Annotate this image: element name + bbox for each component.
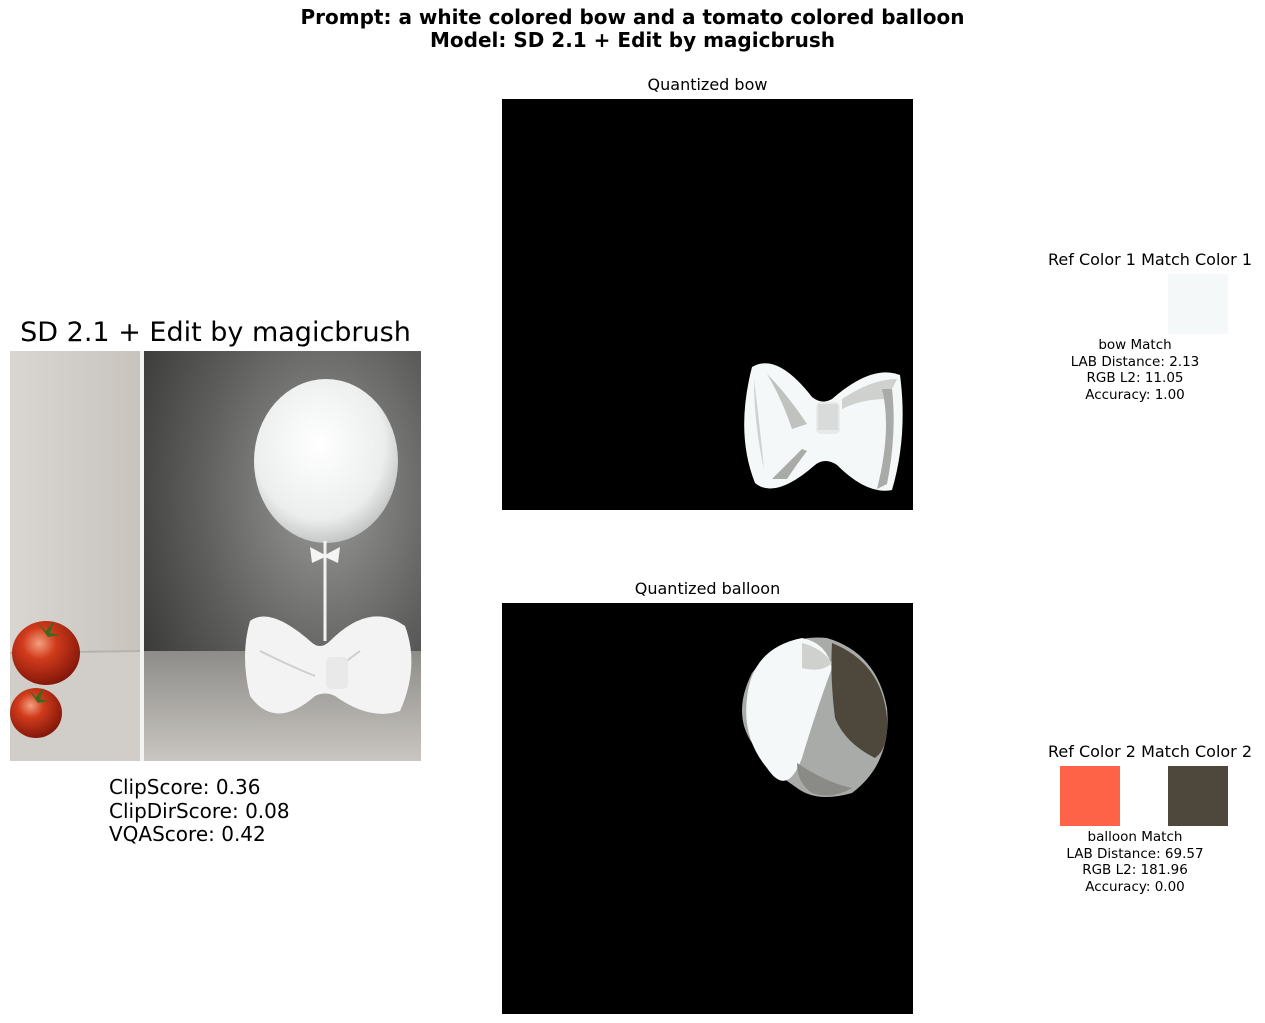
figure-title: Prompt: a white colored bow and a tomato… bbox=[0, 6, 1265, 52]
clip-score: ClipScore: 0.36 bbox=[109, 775, 261, 799]
quantized-balloon-image bbox=[502, 603, 913, 1014]
match-1-lab-distance: LAB Distance: 2.13 bbox=[1070, 353, 1200, 370]
quantized-bow-title: Quantized bow bbox=[647, 75, 768, 94]
vqa-score: VQAScore: 0.42 bbox=[109, 822, 266, 846]
panel-title: SD 2.1 + Edit by magicbrush bbox=[20, 317, 411, 348]
match-2-label: balloon Match bbox=[1087, 829, 1183, 845]
model-line: Model: SD 2.1 + Edit by magicbrush bbox=[429, 28, 836, 52]
match-2-stats: balloon Match LAB Distance: 69.57 RGB L2… bbox=[1035, 829, 1235, 895]
match-1-accuracy: Accuracy: 1.00 bbox=[1085, 386, 1185, 403]
generated-image bbox=[10, 351, 421, 761]
match-2-header: Ref Color 2 Match Color 2 bbox=[1047, 742, 1253, 761]
match-2-rgb-l2: RGB L2: 181.96 bbox=[1082, 862, 1188, 878]
prompt-line: Prompt: a white colored bow and a tomato… bbox=[300, 5, 965, 29]
match-1-label: bow Match bbox=[1098, 337, 1172, 353]
match-1-rgb-l2: RGB L2: 11.05 bbox=[1086, 370, 1184, 386]
match-1-stats: bow Match LAB Distance: 2.13 RGB L2: 11.… bbox=[1035, 337, 1235, 403]
ref-color-1-swatch bbox=[1060, 274, 1120, 334]
match-2-lab-distance: LAB Distance: 69.57 bbox=[1066, 845, 1204, 862]
match-color-1-swatch bbox=[1168, 274, 1228, 334]
quantized-balloon-title: Quantized balloon bbox=[634, 579, 781, 598]
match-color-2-swatch bbox=[1168, 766, 1228, 826]
match-2-accuracy: Accuracy: 0.00 bbox=[1085, 878, 1185, 895]
clip-dir-score: ClipDirScore: 0.08 bbox=[109, 798, 290, 823]
match-1-header: Ref Color 1 Match Color 1 bbox=[1047, 250, 1253, 269]
quantized-bow-image bbox=[502, 99, 913, 510]
scores: ClipScore: 0.36 ClipDirScore: 0.08 VQASc… bbox=[109, 775, 290, 847]
ref-color-2-swatch bbox=[1060, 766, 1120, 826]
